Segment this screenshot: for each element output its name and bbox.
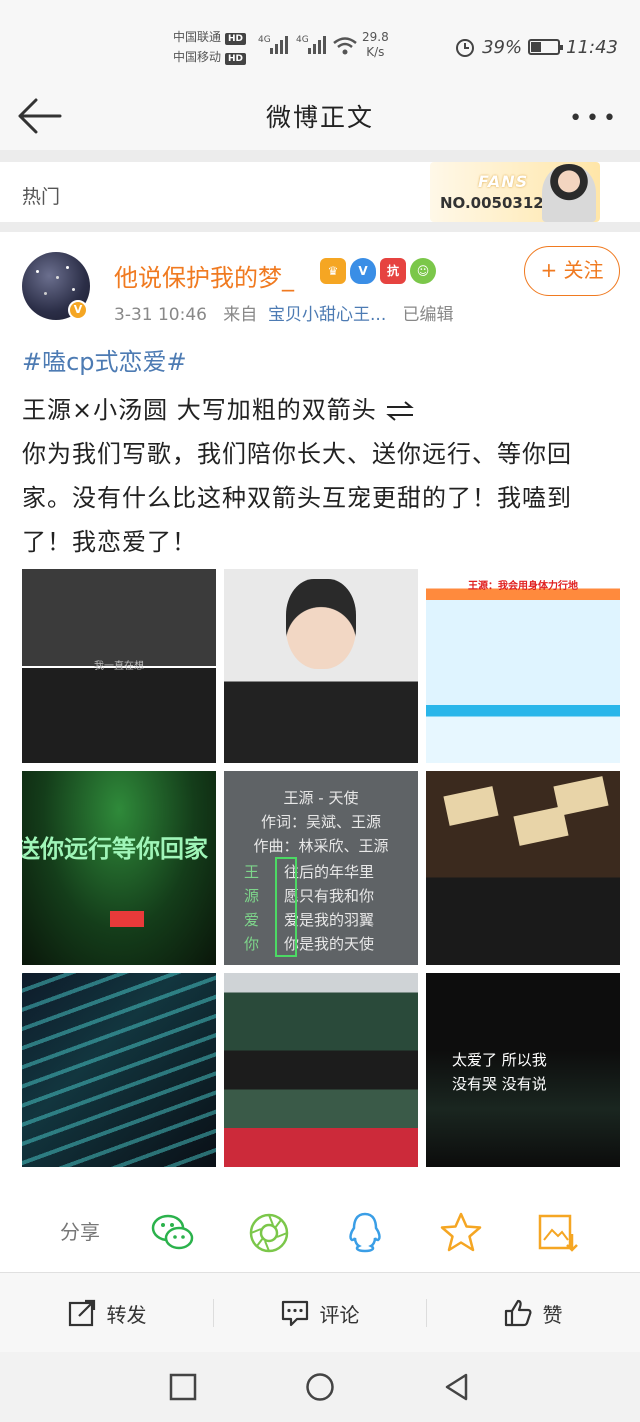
post-source[interactable]: 宝贝小甜心王...: [268, 305, 386, 325]
battery-icon: [528, 39, 564, 55]
photo-2[interactable]: [224, 569, 418, 763]
recent-apps-icon[interactable]: [168, 1372, 198, 1402]
battery-percent: 39%: [482, 36, 523, 58]
hot-bar: 热门 FANS NO.0050312: [0, 162, 640, 222]
share-label: 分享: [60, 1220, 100, 1244]
home-icon[interactable]: [305, 1372, 335, 1402]
qq-icon[interactable]: [342, 1210, 388, 1256]
follow-button[interactable]: + 关注: [524, 246, 620, 296]
photo-3[interactable]: 王源：我会用身体力行地: [426, 569, 620, 763]
photo-7[interactable]: [22, 973, 216, 1167]
wechat-icon[interactable]: [150, 1210, 196, 1256]
shield-icon[interactable]: V: [350, 258, 376, 284]
carrier-1: 中国联通 HD: [173, 30, 247, 45]
topic-hashtag[interactable]: #嗑cp式恋爱#: [22, 342, 187, 377]
post-time: 3-31 10:46: [114, 305, 207, 325]
post-text: 王源×小汤圆 大写加粗的双箭头 你为我们写歌，我们陪你长大、送你远行、等你回家。…: [22, 388, 620, 564]
save-image-icon[interactable]: [534, 1210, 580, 1256]
signal-icon: 4G: [258, 35, 288, 54]
edited-label: 已编辑: [402, 305, 454, 325]
action-bar: 转发 评论 赞: [0, 1272, 640, 1352]
network-speed: 29.8 K/s: [362, 30, 389, 59]
fans-number: NO.0050312: [440, 194, 544, 212]
back-triangle-icon[interactable]: [442, 1372, 472, 1402]
hot-label: 热门: [22, 186, 61, 208]
repost-button[interactable]: 转发: [0, 1273, 213, 1353]
photo-1[interactable]: 我一直在想: [22, 569, 216, 763]
divider: [0, 222, 640, 232]
more-options-button[interactable]: •••: [569, 106, 620, 131]
app-header: 微博正文 •••: [0, 90, 640, 150]
post-text-line1: 王源×小汤圆 大写加粗的双箭头: [22, 396, 377, 424]
clock: 11:43: [566, 36, 618, 58]
frog-badge-icon[interactable]: ☺: [410, 258, 436, 284]
photo-9[interactable]: 太爱了 所以我 没有哭 没有说: [426, 973, 620, 1167]
svg-text:4G: 4G: [296, 35, 309, 45]
photo-6[interactable]: [426, 771, 620, 965]
divider: [0, 150, 640, 162]
share-row: 分享: [0, 1196, 640, 1272]
thumbs-up-icon: [504, 1299, 531, 1327]
post-text-body: 你为我们写歌，我们陪你长大、送你远行、等你回家。没有什么比这种双箭头互宠更甜的了…: [22, 440, 572, 556]
favorite-icon[interactable]: [438, 1210, 484, 1256]
photo-4[interactable]: 送你远行等你回家: [22, 771, 216, 965]
wifi-icon: [333, 37, 357, 55]
carrier-2: 中国移动 HD: [173, 50, 247, 65]
post-meta: 3-31 10:46 来自 宝贝小甜心王... 已编辑: [114, 300, 453, 325]
anti-epidemic-badge-icon[interactable]: 抗: [380, 258, 406, 284]
page-title: 微博正文: [265, 103, 374, 132]
photo-8[interactable]: [224, 973, 418, 1167]
double-arrow-icon: [386, 401, 415, 421]
system-nav-bar: [0, 1352, 640, 1422]
comment-icon: [281, 1300, 308, 1327]
username[interactable]: 他说保护我的梦_: [114, 258, 294, 293]
status-bar: 中国联通 HD 中国移动 HD 4G 4G 29.8 K/s 39% 11:43: [0, 0, 640, 90]
svg-text:4G: 4G: [258, 35, 271, 45]
like-button[interactable]: 赞: [426, 1273, 639, 1353]
moments-icon[interactable]: [246, 1210, 292, 1256]
crown-icon[interactable]: ♛: [320, 258, 346, 284]
alarm-icon: [456, 39, 475, 57]
repost-icon: [68, 1299, 95, 1327]
from-label: 来自: [223, 305, 258, 325]
user-badges: ♛ V 抗 ☺: [320, 258, 436, 284]
fans-card-portrait: [542, 164, 596, 222]
fans-title: FANS: [478, 172, 529, 191]
photo-5-lyrics[interactable]: 王源 - 天使 作词：吴斌、王源 作曲：林采欣、王源 王往后的年华里 源愿只有我…: [224, 771, 418, 965]
photo-grid: 我一直在想 王源：我会用身体力行地 送你远行等你回家 王源 - 天使 作词：吴斌…: [22, 569, 620, 1167]
verified-icon: V: [68, 300, 88, 320]
signal-icon: 4G: [296, 35, 326, 54]
comment-button[interactable]: 评论: [213, 1273, 426, 1353]
fans-badge-card[interactable]: FANS NO.0050312: [430, 162, 600, 222]
